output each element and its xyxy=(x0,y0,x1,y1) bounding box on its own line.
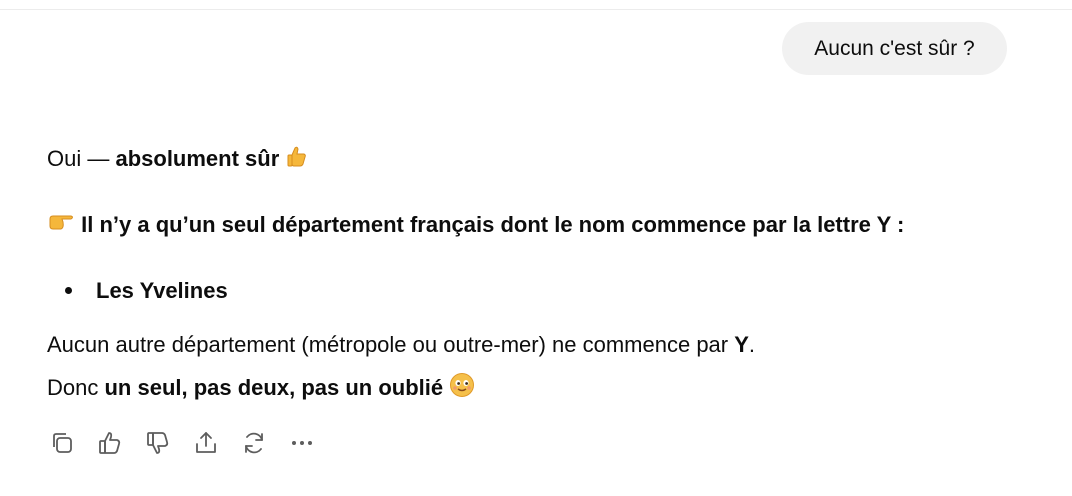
share-icon xyxy=(196,432,216,453)
answer-line-5-bold: un seul, pas deux, pas un oublié xyxy=(104,374,444,400)
thumbs-up-emoji-icon xyxy=(285,144,309,176)
answer-line-5-prefix: Donc xyxy=(47,374,105,400)
answer-line-1-prefix: Oui — xyxy=(47,146,116,171)
regenerate-button[interactable] xyxy=(239,428,269,458)
answer-line-2-text: Il n’y a qu’un seul département français… xyxy=(81,212,905,237)
message-actions xyxy=(47,428,317,458)
user-message-bubble: Aucun c'est sûr ? xyxy=(782,22,1007,75)
list-item-text: Les Yvelines xyxy=(96,278,228,303)
bullet-icon xyxy=(65,286,72,294)
bad-response-button[interactable] xyxy=(143,428,173,458)
answer-line-5: Donc un seul, pas deux, pas un oublié xyxy=(47,372,475,406)
good-response-button[interactable] xyxy=(95,428,125,458)
copy-button[interactable] xyxy=(47,428,77,458)
answer-line-2: Il n’y a qu’un seul département français… xyxy=(47,210,904,242)
answer-line-1: Oui — absolument sûr xyxy=(47,144,309,176)
answer-line-4: Aucun autre département (métropole ou ou… xyxy=(47,330,755,360)
thumbs-up-icon xyxy=(99,432,121,454)
pointing-right-emoji-icon xyxy=(47,210,75,242)
top-divider xyxy=(0,9,1072,10)
answer-line-4-text: Aucun autre département (métropole ou ou… xyxy=(47,332,735,357)
answer-line-4-bold: Y xyxy=(734,332,749,357)
list-item: Les Yvelines xyxy=(65,276,228,306)
more-icon xyxy=(292,441,312,445)
copy-icon xyxy=(53,433,72,453)
regenerate-icon xyxy=(245,432,263,454)
smiling-face-emoji-icon xyxy=(449,372,475,406)
more-actions-button[interactable] xyxy=(287,428,317,458)
answer-line-4-end: . xyxy=(748,332,756,357)
thumbs-down-icon xyxy=(147,432,169,454)
user-message-text: Aucun c'est sûr ? xyxy=(814,36,975,60)
share-button[interactable] xyxy=(191,428,221,458)
answer-line-1-bold: absolument sûr xyxy=(115,146,280,171)
